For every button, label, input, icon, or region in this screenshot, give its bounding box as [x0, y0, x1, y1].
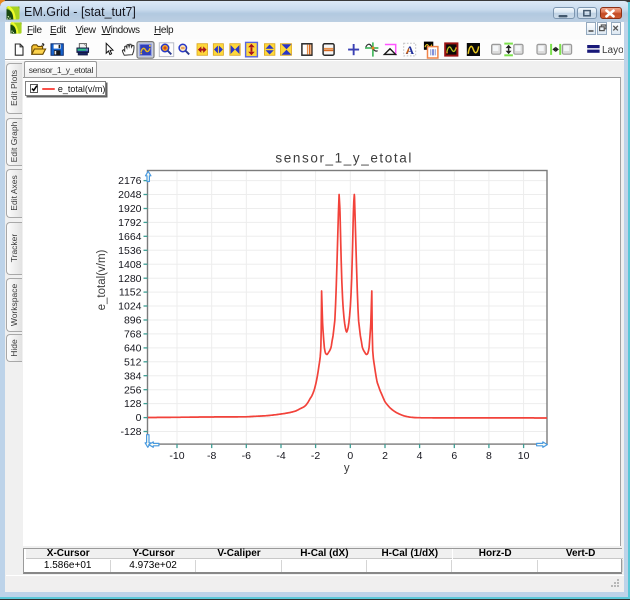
svg-text:6: 6	[451, 450, 457, 462]
svg-text:2: 2	[382, 450, 388, 462]
svg-text:4: 4	[417, 450, 423, 462]
svg-text:1664: 1664	[118, 230, 142, 242]
svg-text:Layout: Layout	[602, 45, 623, 56]
svg-text:0: 0	[136, 412, 142, 424]
svg-text:1408: 1408	[118, 258, 142, 270]
svg-text:e_total(v/m): e_total(v/m)	[96, 249, 108, 310]
svg-text:8: 8	[486, 450, 492, 462]
svg-text:640: 640	[124, 342, 142, 354]
svg-text:384: 384	[124, 370, 142, 382]
svg-text:sensor_1_y_etotal: sensor_1_y_etotal	[275, 150, 413, 165]
svg-text:768: 768	[124, 328, 142, 340]
svg-text:1024: 1024	[118, 300, 142, 312]
svg-text:-10: -10	[169, 450, 184, 462]
svg-text:1792: 1792	[118, 217, 142, 229]
svg-text:0: 0	[347, 450, 353, 462]
svg-text:1280: 1280	[118, 272, 142, 284]
svg-text:1536: 1536	[118, 244, 142, 256]
svg-text:2048: 2048	[118, 189, 142, 201]
svg-text:y: y	[344, 462, 350, 474]
svg-text:128: 128	[124, 398, 142, 410]
svg-text:-2: -2	[311, 450, 320, 462]
svg-text:-128: -128	[120, 426, 141, 438]
svg-text:2176: 2176	[118, 175, 142, 187]
svg-text:-4: -4	[276, 450, 285, 462]
svg-text:-8: -8	[207, 450, 216, 462]
svg-text:512: 512	[124, 356, 142, 368]
svg-text:10: 10	[518, 450, 530, 462]
svg-text:256: 256	[124, 384, 142, 396]
svg-text:896: 896	[124, 314, 142, 326]
svg-text:-6: -6	[242, 450, 251, 462]
svg-text:1920: 1920	[118, 203, 142, 215]
svg-text:1152: 1152	[119, 286, 142, 298]
